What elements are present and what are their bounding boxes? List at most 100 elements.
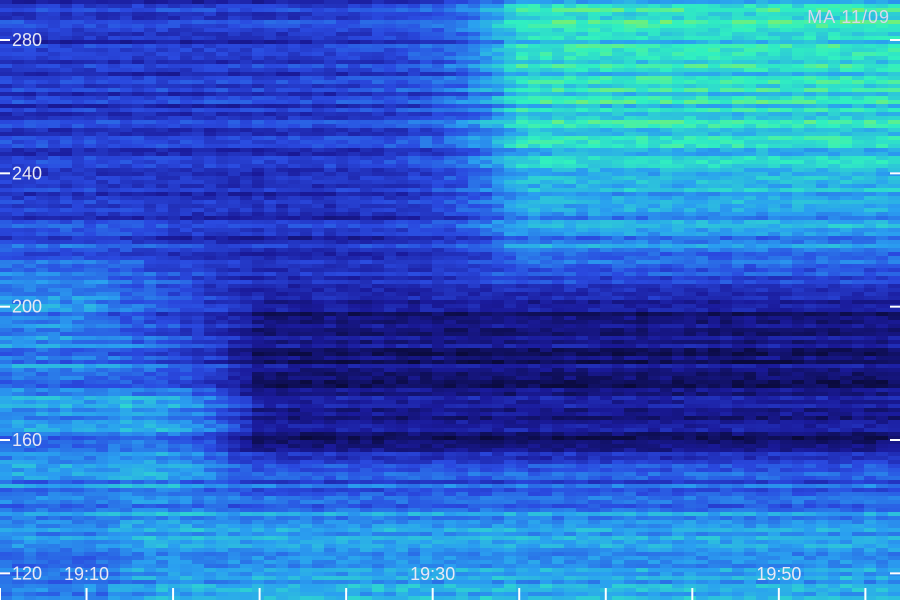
spectrogram-cell	[768, 188, 780, 192]
spectrogram-cell	[288, 120, 300, 124]
spectrogram-cell	[612, 120, 624, 124]
spectrogram-cell	[804, 36, 816, 40]
spectrogram-cell	[840, 140, 852, 144]
spectrogram-cell	[876, 216, 888, 220]
spectrogram-cell	[624, 56, 636, 60]
spectrogram-cell	[840, 116, 852, 120]
spectrogram-cell	[636, 196, 648, 200]
spectrogram-cell	[552, 72, 564, 76]
spectrogram-cell	[384, 108, 396, 112]
spectrogram-cell	[300, 88, 312, 92]
spectrogram-cell	[324, 200, 336, 204]
spectrogram-cell	[72, 176, 84, 180]
spectrogram-cell	[588, 40, 600, 44]
spectrogram-cell	[36, 20, 48, 24]
spectrogram-cell	[96, 176, 108, 180]
spectrogram-cell	[192, 140, 204, 144]
spectrogram-cell	[696, 32, 708, 36]
spectrogram-cell	[876, 0, 888, 4]
spectrogram-cell	[192, 212, 204, 216]
spectrogram-cell	[492, 204, 504, 208]
spectrogram-cell	[156, 164, 168, 168]
spectrogram-cell	[768, 256, 780, 260]
spectrogram-cell	[864, 232, 876, 236]
spectrogram-cell	[864, 164, 876, 168]
spectrogram-cell	[456, 88, 468, 92]
spectrogram-cell	[396, 72, 408, 76]
spectrogram-cell	[576, 192, 588, 196]
spectrogram-cell	[720, 236, 732, 240]
spectrogram-cell	[612, 72, 624, 76]
spectrogram-cell	[144, 80, 156, 84]
spectrogram-cell	[204, 240, 216, 244]
spectrogram-cell	[396, 264, 408, 268]
spectrogram-cell	[24, 224, 36, 228]
spectrogram-cell	[456, 152, 468, 156]
spectrogram-cell	[480, 128, 492, 132]
spectrogram-cell	[252, 16, 264, 20]
spectrogram-cell	[408, 60, 420, 64]
spectrogram-cell	[564, 200, 576, 204]
spectrogram-cell	[792, 256, 804, 260]
spectrogram-cell	[372, 216, 384, 220]
spectrogram-cell	[192, 196, 204, 200]
spectrogram-cell	[744, 4, 756, 8]
spectrogram-cell	[780, 144, 792, 148]
spectrogram-cell	[636, 204, 648, 208]
spectrogram-cell	[288, 236, 300, 240]
spectrogram-cell	[228, 0, 240, 4]
spectrogram-cell	[444, 256, 456, 260]
spectrogram-cell	[132, 8, 144, 12]
spectrogram-cell	[636, 240, 648, 244]
spectrogram-cell	[156, 224, 168, 228]
spectrogram-cell	[216, 124, 228, 128]
spectrogram-cell	[576, 168, 588, 172]
spectrogram-cell	[648, 160, 660, 164]
spectrogram-cell	[564, 56, 576, 60]
spectrogram-cell	[300, 4, 312, 8]
spectrogram-cell	[624, 244, 636, 248]
spectrogram-cell	[420, 72, 432, 76]
spectrogram-cell	[36, 144, 48, 148]
spectrogram-cell	[648, 92, 660, 96]
spectrogram-cell	[792, 152, 804, 156]
spectrogram-cell	[888, 180, 900, 184]
spectrogram-cell	[60, 52, 72, 56]
spectrogram-cell	[708, 76, 720, 80]
spectrogram-cell	[204, 132, 216, 136]
spectrogram-cell	[696, 232, 708, 236]
spectrogram-cell	[384, 28, 396, 32]
spectrogram-cell	[60, 124, 72, 128]
spectrogram-cell	[276, 44, 288, 48]
spectrogram-cell	[876, 116, 888, 120]
spectrogram-cell	[732, 208, 744, 212]
spectrogram-cell	[132, 256, 144, 260]
spectrogram-cell	[828, 168, 840, 172]
spectrogram-cell	[36, 52, 48, 56]
spectrogram-cell	[408, 40, 420, 44]
spectrogram-cell	[132, 180, 144, 184]
spectrogram-cell	[408, 212, 420, 216]
spectrogram-cell	[708, 112, 720, 116]
spectrogram-cell	[708, 88, 720, 92]
spectrogram-cell	[132, 32, 144, 36]
spectrogram-cell	[108, 76, 120, 80]
spectrogram-cell	[552, 224, 564, 228]
spectrogram-cell	[792, 108, 804, 112]
spectrogram-cell	[264, 60, 276, 64]
spectrogram-cell	[888, 72, 900, 76]
spectrogram-cell	[228, 52, 240, 56]
spectrogram-cell	[396, 212, 408, 216]
spectrogram-cell	[312, 188, 324, 192]
spectrogram-cell	[852, 80, 864, 84]
spectrogram-cell	[636, 160, 648, 164]
spectrogram-cell	[756, 44, 768, 48]
spectrogram-cell	[324, 28, 336, 32]
spectrogram-cell	[408, 68, 420, 72]
spectrogram-cell	[540, 56, 552, 60]
spectrogram-cell	[804, 68, 816, 72]
spectrogram-cell	[828, 228, 840, 232]
spectrogram-cell	[228, 28, 240, 32]
spectrogram-cell	[732, 248, 744, 252]
spectrogram-cell	[792, 84, 804, 88]
